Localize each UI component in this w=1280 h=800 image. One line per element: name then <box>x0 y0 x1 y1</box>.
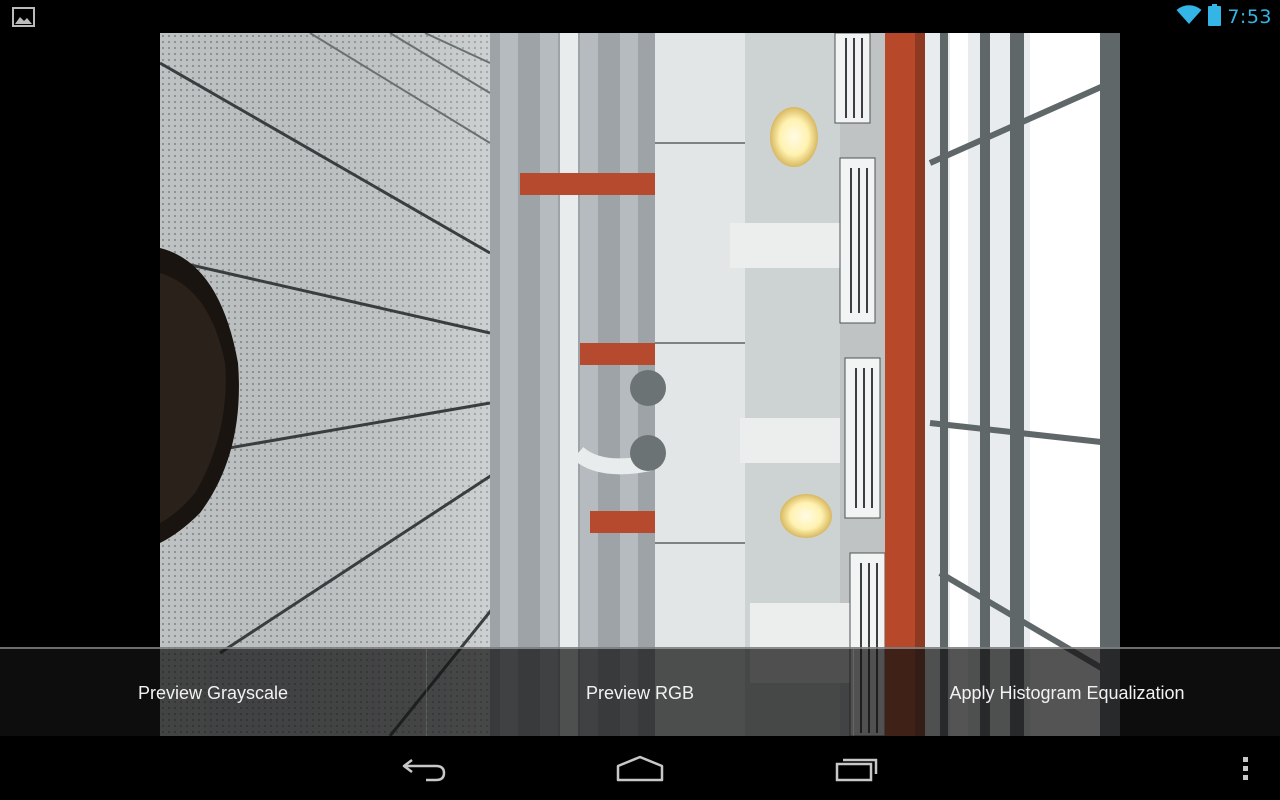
recents-icon[interactable] <box>828 750 888 786</box>
preview-rgb-button[interactable]: Preview RGB <box>427 649 853 738</box>
status-indicators: 7:53 <box>1176 3 1272 31</box>
preview-grayscale-button[interactable]: Preview Grayscale <box>0 649 426 738</box>
gallery-icon <box>12 7 35 27</box>
status-bar: 7:53 <box>0 0 1280 33</box>
battery-icon <box>1208 3 1222 31</box>
navigation-bar <box>0 736 1280 800</box>
wifi-icon <box>1176 4 1202 30</box>
camera-preview <box>160 33 1120 736</box>
overflow-menu-icon[interactable] <box>1228 750 1262 786</box>
clock: 7:53 <box>1227 6 1272 28</box>
apply-histogram-equalization-button[interactable]: Apply Histogram Equalization <box>854 649 1280 738</box>
action-bar: Preview Grayscale Preview RGB Apply Hist… <box>0 647 1280 738</box>
home-icon[interactable] <box>610 750 670 786</box>
back-icon[interactable] <box>394 750 454 786</box>
